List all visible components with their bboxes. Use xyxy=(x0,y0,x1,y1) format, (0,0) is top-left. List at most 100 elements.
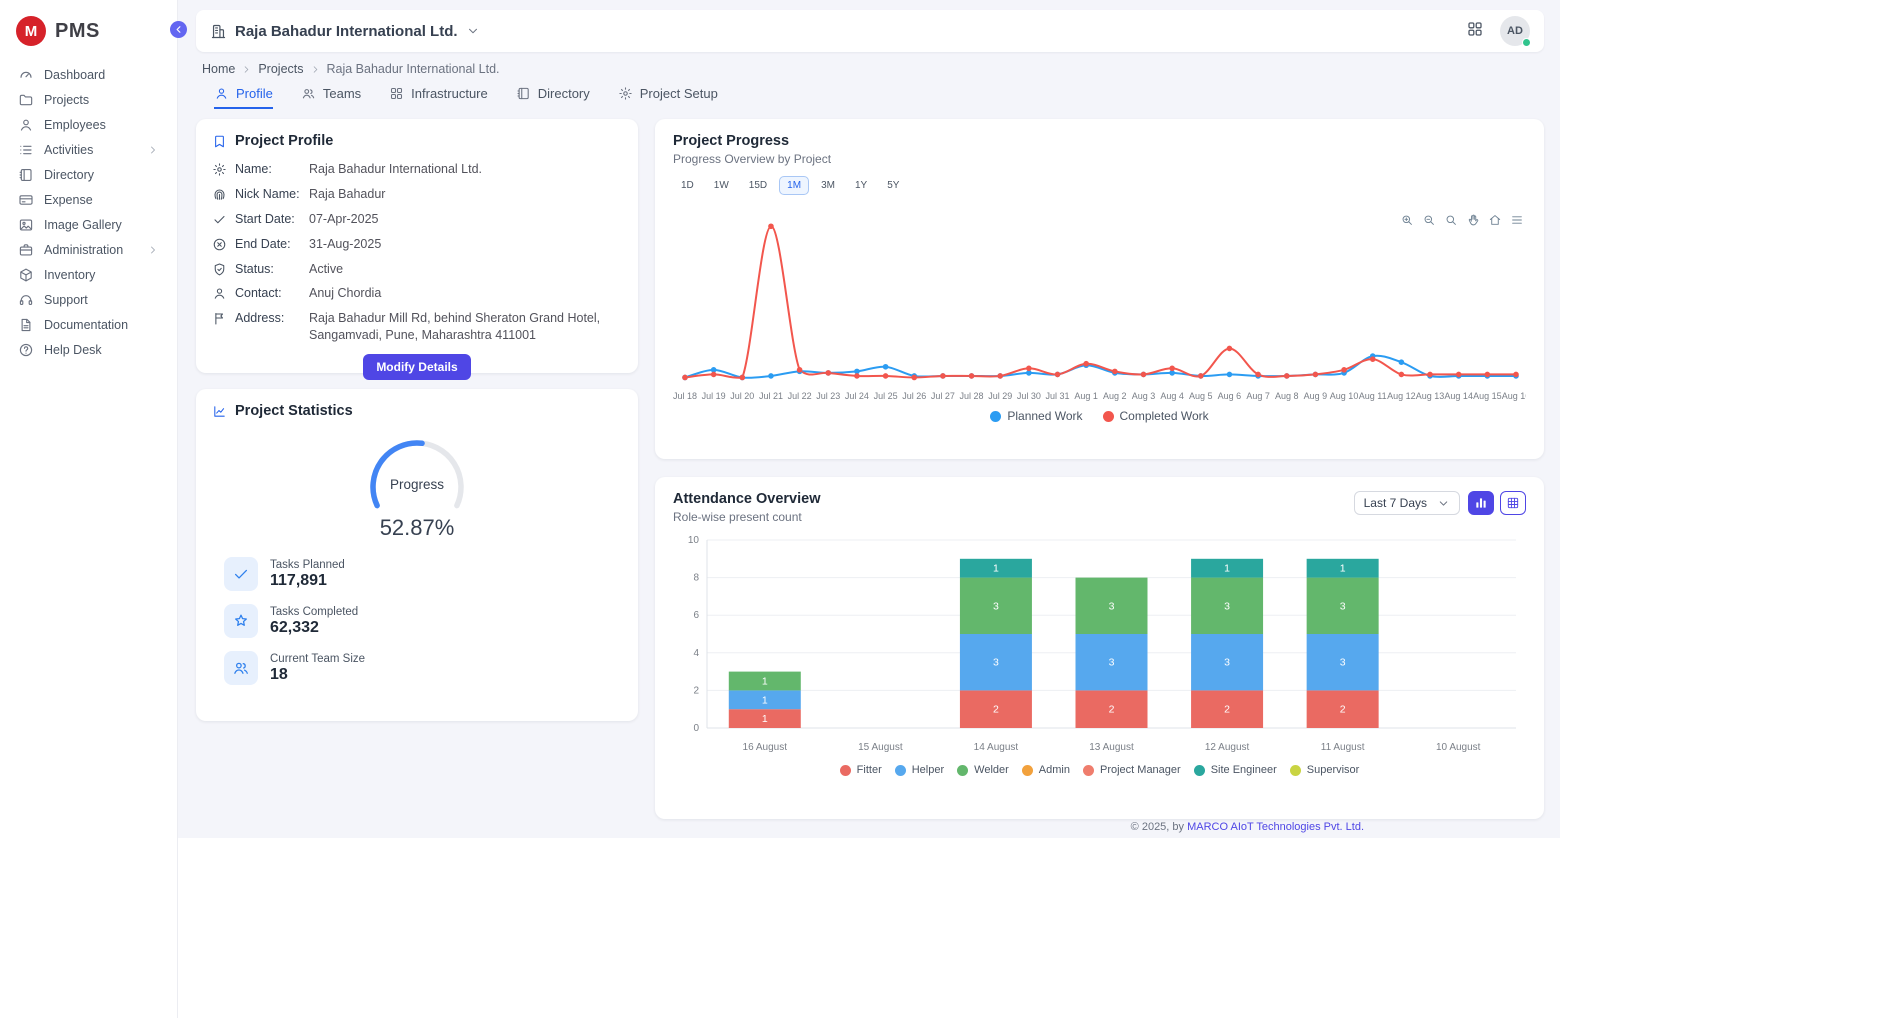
svg-text:Aug 7: Aug 7 xyxy=(1246,391,1270,401)
date-range-value: Last 7 Days xyxy=(1364,496,1427,510)
legend-item-project-manager[interactable]: Project Manager xyxy=(1083,764,1181,776)
avatar[interactable]: AD xyxy=(1500,16,1530,46)
company-selector[interactable]: Raja Bahadur International Ltd. xyxy=(210,23,480,40)
top-header: Raja Bahadur International Ltd. AD xyxy=(196,10,1544,52)
tab-project-setup[interactable]: Project Setup xyxy=(618,86,718,109)
apps-grid-button[interactable] xyxy=(1466,20,1484,43)
end-date-icon xyxy=(212,237,227,252)
breadcrumb-item-projects[interactable]: Projects xyxy=(258,62,303,76)
sidebar-item-label: Activities xyxy=(44,143,93,157)
dashboard-icon xyxy=(18,67,34,83)
range-button-3m[interactable]: 3M xyxy=(813,176,843,195)
avatar-initials: AD xyxy=(1507,25,1523,37)
profile-tab-icon xyxy=(214,86,229,101)
profile-field-contact: Contact:Anuj Chordia xyxy=(212,285,622,302)
date-range-select[interactable]: Last 7 Days xyxy=(1354,491,1460,515)
content-area: Project Profile Name:Raja Bahadur Intern… xyxy=(196,119,1544,819)
sidebar-item-dashboard[interactable]: Dashboard xyxy=(10,62,167,87)
documentation-icon xyxy=(18,317,34,333)
sidebar-item-support[interactable]: Support xyxy=(10,287,167,312)
svg-text:1: 1 xyxy=(993,563,999,575)
sidebar-item-documentation[interactable]: Documentation xyxy=(10,312,167,337)
left-column: Project Profile Name:Raja Bahadur Intern… xyxy=(196,119,638,819)
svg-text:2: 2 xyxy=(693,685,699,696)
profile-field-value: Raja Bahadur Mill Rd, behind Sheraton Gr… xyxy=(309,310,622,344)
svg-text:Aug 6: Aug 6 xyxy=(1218,391,1242,401)
stat-text: Tasks Planned117,891 xyxy=(270,559,345,590)
bar-chart-toggle-button[interactable] xyxy=(1468,491,1494,515)
reset-zoom-icon[interactable] xyxy=(1488,213,1502,227)
tab-profile[interactable]: Profile xyxy=(214,86,273,109)
sidebar-item-administration[interactable]: Administration xyxy=(10,237,167,262)
legend-marker xyxy=(1290,765,1301,776)
sidebar-item-image-gallery[interactable]: Image Gallery xyxy=(10,212,167,237)
company-footer-link[interactable]: MARCO AIoT Technologies Pvt. Ltd. xyxy=(1187,821,1364,833)
sidebar-item-inventory[interactable]: Inventory xyxy=(10,262,167,287)
progress-gauge-arc xyxy=(342,433,492,509)
profile-field-value: 31-Aug-2025 xyxy=(309,236,622,253)
zoom-in-icon[interactable] xyxy=(1400,213,1414,227)
legend-item-welder[interactable]: Welder xyxy=(957,764,1009,776)
attendance-subtitle: Role-wise present count xyxy=(673,510,820,524)
svg-text:Jul 19: Jul 19 xyxy=(702,391,726,401)
table-view-toggle-button[interactable] xyxy=(1500,491,1526,515)
legend-label: Supervisor xyxy=(1307,764,1360,776)
tab-directory[interactable]: Directory xyxy=(516,86,590,109)
logo[interactable]: M PMS xyxy=(0,12,177,62)
project-statistics-title: Project Statistics xyxy=(235,403,353,419)
footer: © 2025, by MARCO AIoT Technologies Pvt. … xyxy=(178,821,1560,833)
svg-text:3: 3 xyxy=(1109,600,1115,612)
expense-icon xyxy=(18,192,34,208)
modify-details-button[interactable]: Modify Details xyxy=(363,354,470,380)
person-icon xyxy=(212,286,227,301)
profile-field-status: Status:Active xyxy=(212,261,622,278)
projects-icon xyxy=(18,92,34,108)
attendance-controls: Last 7 Days xyxy=(1354,491,1526,515)
tab-teams[interactable]: Teams xyxy=(301,86,361,109)
svg-text:Aug 4: Aug 4 xyxy=(1160,391,1184,401)
legend-item-site-engineer[interactable]: Site Engineer xyxy=(1194,764,1277,776)
svg-text:1: 1 xyxy=(762,676,768,688)
tab-infrastructure[interactable]: Infrastructure xyxy=(389,86,488,109)
svg-text:1: 1 xyxy=(1224,563,1230,575)
zoom-out-icon[interactable] xyxy=(1422,213,1436,227)
range-button-1d[interactable]: 1D xyxy=(673,176,702,195)
pan-icon[interactable] xyxy=(1466,213,1480,227)
sidebar-item-employees[interactable]: Employees xyxy=(10,112,167,137)
range-button-15d[interactable]: 15D xyxy=(741,176,775,195)
legend-item-supervisor[interactable]: Supervisor xyxy=(1290,764,1360,776)
chevron-down-icon xyxy=(466,24,480,38)
sidebar-item-directory[interactable]: Directory xyxy=(10,162,167,187)
svg-text:10 August: 10 August xyxy=(1436,742,1481,753)
range-button-1m[interactable]: 1M xyxy=(779,176,809,195)
range-button-1y[interactable]: 1Y xyxy=(847,176,875,195)
breadcrumb-item-home[interactable]: Home xyxy=(202,62,235,76)
sidebar-item-activities[interactable]: Activities xyxy=(10,137,167,162)
menu-icon[interactable] xyxy=(1510,213,1524,227)
legend-item-planned-work[interactable]: Planned Work xyxy=(990,409,1082,423)
range-button-1w[interactable]: 1W xyxy=(706,176,737,195)
legend-item-fitter[interactable]: Fitter xyxy=(840,764,882,776)
legend-item-helper[interactable]: Helper xyxy=(895,764,944,776)
legend-item-completed-work[interactable]: Completed Work xyxy=(1103,409,1209,423)
legend-item-admin[interactable]: Admin xyxy=(1022,764,1070,776)
profile-field-label: Name: xyxy=(235,161,301,178)
selection-zoom-icon[interactable] xyxy=(1444,213,1458,227)
project-progress-title: Project Progress xyxy=(673,133,1526,149)
sidebar-item-help-desk[interactable]: Help Desk xyxy=(10,337,167,362)
svg-text:Aug 5: Aug 5 xyxy=(1189,391,1213,401)
tasks-completed-badge xyxy=(224,604,258,638)
online-status-dot xyxy=(1522,38,1531,47)
sidebar-item-expense[interactable]: Expense xyxy=(10,187,167,212)
profile-field-value: 07-Apr-2025 xyxy=(309,211,622,228)
project-profile-card: Project Profile Name:Raja Bahadur Intern… xyxy=(196,119,638,373)
legend-marker xyxy=(1103,411,1114,422)
stat-value: 18 xyxy=(270,666,365,684)
range-button-5y[interactable]: 5Y xyxy=(879,176,907,195)
stat-value: 117,891 xyxy=(270,572,345,590)
sidebar-item-projects[interactable]: Projects xyxy=(10,87,167,112)
sidebar-collapse-button[interactable] xyxy=(170,21,187,38)
svg-text:Jul 30: Jul 30 xyxy=(1017,391,1041,401)
svg-text:3: 3 xyxy=(1224,657,1230,669)
svg-text:Jul 31: Jul 31 xyxy=(1046,391,1070,401)
